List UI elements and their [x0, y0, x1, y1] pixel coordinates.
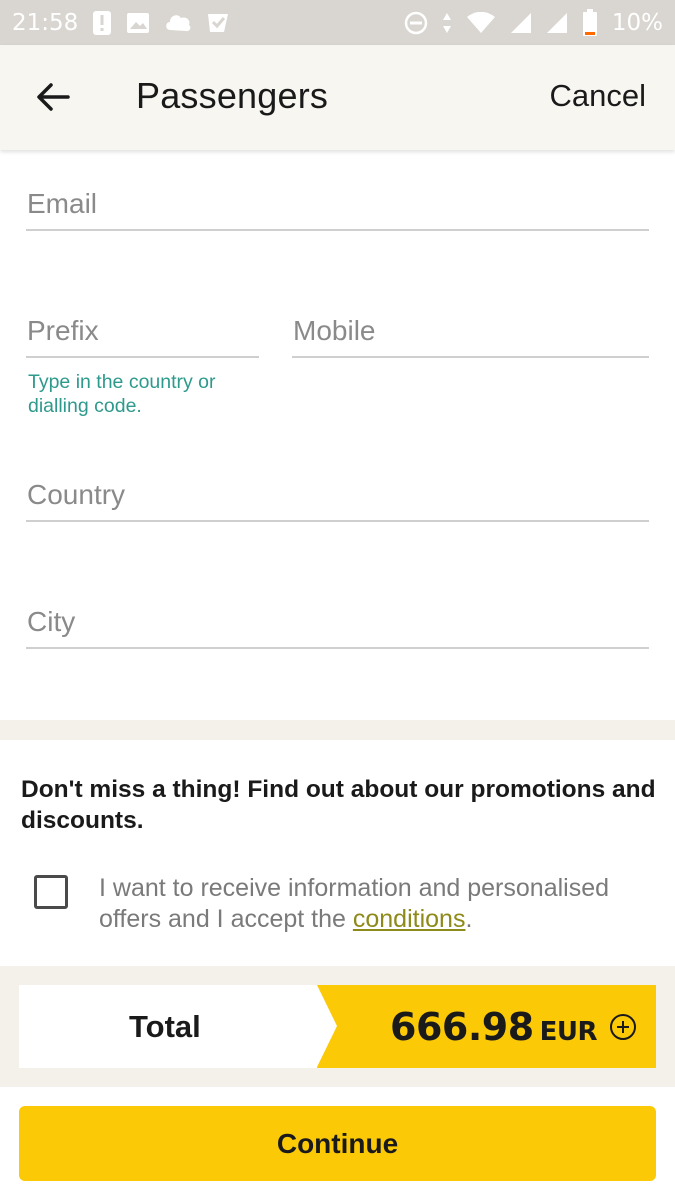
data-arrows-icon [442, 12, 452, 34]
total-notch [317, 985, 337, 1067]
mobile-field-wrapper [292, 308, 649, 358]
country-field-wrapper [26, 472, 649, 522]
arrow-left-icon [37, 83, 70, 111]
conditions-link[interactable]: conditions [353, 905, 466, 933]
cloud-app-icon [164, 10, 192, 36]
continue-button[interactable]: Continue [19, 1106, 656, 1181]
city-field[interactable] [26, 599, 649, 645]
signal-icon [510, 12, 532, 34]
email-field-wrapper [26, 181, 649, 231]
price-details-button[interactable] [609, 1013, 637, 1041]
back-button[interactable] [28, 75, 78, 119]
email-field[interactable] [26, 181, 649, 227]
status-bar-right: 10% [404, 8, 663, 37]
status-time: 21:58 [12, 9, 79, 36]
total-amount: 666.98 [390, 1005, 534, 1049]
battery-percent: 10% [611, 9, 663, 36]
prefix-field[interactable] [26, 308, 259, 354]
cancel-button[interactable]: Cancel [550, 78, 647, 114]
consent-text: I want to receive information and person… [99, 873, 649, 935]
prefix-field-wrapper [26, 308, 259, 358]
check-app-icon [206, 12, 230, 34]
plus-circle-icon [610, 1014, 636, 1040]
mobile-field[interactable] [292, 308, 649, 354]
total-currency: EUR [539, 1017, 598, 1047]
total-label: Total [129, 1009, 201, 1044]
prefix-hint: Type in the country or dialling code. [28, 371, 216, 417]
total-amount-panel: 666.98 EUR [317, 985, 656, 1068]
do-not-disturb-icon [404, 11, 428, 35]
app-bar: Passengers Cancel [0, 45, 675, 150]
page-title: Passengers [136, 75, 329, 116]
total-bar[interactable]: Total 666.98 EUR [19, 985, 656, 1068]
promotions-title: Don't miss a thing! Find out about our p… [21, 776, 656, 834]
status-bar: 21:58 10% [0, 0, 675, 45]
total-price: 666.98 EUR [390, 1005, 598, 1049]
wifi-icon [466, 11, 496, 34]
status-bar-left: 21:58 [12, 10, 230, 36]
image-icon [126, 12, 150, 34]
promotions-checkbox[interactable] [34, 875, 68, 909]
battery-icon [582, 8, 598, 37]
consent-text-after: . [465, 905, 473, 933]
city-field-wrapper [26, 599, 649, 649]
country-field[interactable] [26, 472, 649, 518]
signal-icon-2 [546, 12, 568, 34]
alert-icon [92, 10, 112, 36]
section-divider [0, 720, 675, 740]
total-section: Total 666.98 EUR [0, 966, 675, 1087]
